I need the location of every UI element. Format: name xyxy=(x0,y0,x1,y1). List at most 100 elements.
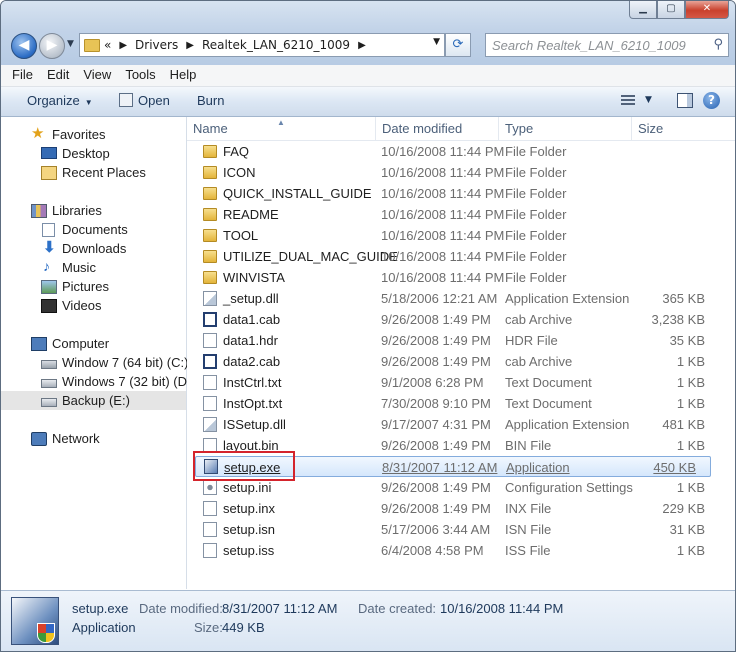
back-button[interactable]: ◀ xyxy=(11,33,37,59)
file-row[interactable]: QUICK_INSTALL_GUIDE 10/16/2008 11:44 PM Fi… xyxy=(187,183,735,204)
file-row[interactable]: setup.isn 5/17/2006 3:44 AM ISN File 31 KB xyxy=(187,519,735,540)
menu-help[interactable]: Help xyxy=(163,65,204,86)
maximize-button[interactable]: ▢ xyxy=(657,1,685,19)
menu-view[interactable]: View xyxy=(76,65,118,86)
doc-icon xyxy=(203,396,217,411)
column-size[interactable]: Size xyxy=(632,117,716,140)
file-date-modified: 6/4/2008 4:58 PM xyxy=(381,543,484,558)
nav-drive-e-label: Backup (E:) xyxy=(62,393,130,408)
column-type[interactable]: Type xyxy=(499,117,632,140)
file-date-modified: 10/16/2008 11:44 PM xyxy=(381,228,505,243)
details-size-label: Size: xyxy=(194,620,223,635)
file-type: File Folder xyxy=(505,144,567,159)
chevron-right-icon[interactable]: ▶ xyxy=(186,40,194,51)
search-input[interactable]: Search Realtek_LAN_6210_1009 ⚲ xyxy=(485,33,729,57)
nav-libraries[interactable]: Libraries xyxy=(1,201,186,220)
menu-tools[interactable]: Tools xyxy=(118,65,162,86)
search-placeholder: Search Realtek_LAN_6210_1009 xyxy=(492,38,686,53)
file-row[interactable]: ISSetup.dll 9/17/2007 4:31 PM Application … xyxy=(187,414,735,435)
file-size: 481 KB xyxy=(662,417,705,432)
nav-recent-places[interactable]: Recent Places xyxy=(1,163,186,182)
file-name: _setup.dll xyxy=(223,291,279,306)
close-button[interactable]: ✕ xyxy=(685,1,729,19)
file-row[interactable]: UTILIZE_DUAL_MAC_GUIDE 10/16/2008 11:44 P… xyxy=(187,246,735,267)
nav-drive-d[interactable]: Windows 7 (32 bit) (D:) xyxy=(1,372,195,391)
file-row[interactable]: ICON 10/16/2008 11:44 PM File Folder xyxy=(187,162,735,183)
chevron-right-icon[interactable]: ▶ xyxy=(358,40,366,51)
file-row[interactable]: data1.cab 9/26/2008 1:49 PM cab Archive 3,2… xyxy=(187,309,735,330)
nav-drive-c-label: Window 7 (64 bit) (C:) xyxy=(62,355,189,370)
file-row[interactable]: setup.iss 6/4/2008 4:58 PM ISS File 1 KB xyxy=(187,540,735,561)
details-filetype: Application xyxy=(72,620,136,635)
file-name: README xyxy=(223,207,279,222)
help-icon[interactable]: ? xyxy=(703,92,720,109)
file-row[interactable]: FAQ 10/16/2008 11:44 PM File Folder xyxy=(187,141,735,162)
column-name-label: Name xyxy=(193,121,228,136)
open-button[interactable]: Open xyxy=(119,93,170,108)
file-name: TOOL xyxy=(223,228,259,243)
nav-music[interactable]: ♪ Music xyxy=(1,258,186,277)
computer-icon xyxy=(31,337,47,351)
menu-edit[interactable]: Edit xyxy=(40,65,76,86)
menu-file[interactable]: File xyxy=(1,65,40,86)
details-pane: setup.exe Application Date modified: 8/3… xyxy=(1,590,735,651)
nav-computer[interactable]: Computer xyxy=(1,334,186,353)
file-row[interactable]: README 10/16/2008 11:44 PM File Folder xyxy=(187,204,735,225)
nav-desktop[interactable]: Desktop xyxy=(1,144,186,163)
nav-documents[interactable]: Documents xyxy=(1,220,186,239)
ini-icon xyxy=(203,480,217,495)
minimize-button[interactable]: ▁ xyxy=(629,1,657,19)
file-row[interactable]: TOOL 10/16/2008 11:44 PM File Folder xyxy=(187,225,735,246)
file-row[interactable]: setup.inx 9/26/2008 1:49 PM INX File 229 KB xyxy=(187,498,735,519)
file-type: File Folder xyxy=(505,207,567,222)
preview-pane-icon[interactable] xyxy=(677,93,693,108)
forward-button[interactable]: ▶ xyxy=(39,33,65,59)
explorer-window: ▁ ▢ ✕ ◀ ▶ ▼ « ▶ Drivers ▶ Realtek_LAN_62… xyxy=(0,0,736,652)
file-date-modified: 9/17/2007 4:31 PM xyxy=(381,417,491,432)
file-date-modified: 10/16/2008 11:44 PM xyxy=(381,270,505,285)
nav-desktop-label: Desktop xyxy=(62,146,110,161)
file-name: WINVISTA xyxy=(223,270,285,285)
file-row[interactable]: WINVISTA 10/16/2008 11:44 PM File Folder xyxy=(187,267,735,288)
doc-icon xyxy=(203,375,217,390)
organize-button[interactable]: Organize ▼ xyxy=(27,93,93,108)
file-size: 3,238 KB xyxy=(651,312,706,327)
file-type: Text Document xyxy=(505,375,592,390)
nav-pictures[interactable]: Pictures xyxy=(1,277,186,296)
drive-icon xyxy=(41,379,57,388)
views-dropdown-icon[interactable]: ▼ xyxy=(645,95,652,105)
breadcrumb-drivers[interactable]: Drivers xyxy=(135,38,178,52)
nav-music-label: Music xyxy=(62,260,96,275)
drive-icon xyxy=(41,398,57,407)
nav-videos[interactable]: Videos xyxy=(1,296,186,315)
file-row[interactable]: InstCtrl.txt 9/1/2008 6:28 PM Text Documen… xyxy=(187,372,735,393)
column-name[interactable]: Name ▲ xyxy=(187,117,376,140)
refresh-icon[interactable]: ⟳ xyxy=(445,33,471,57)
breadcrumb-current[interactable]: Realtek_LAN_6210_1009 xyxy=(202,38,350,52)
file-size: 450 KB xyxy=(653,460,696,475)
file-name: UTILIZE_DUAL_MAC_GUIDE xyxy=(223,249,398,264)
file-row[interactable]: InstOpt.txt 7/30/2008 9:10 PM Text Documen… xyxy=(187,393,735,414)
address-bar[interactable]: « ▶ Drivers ▶ Realtek_LAN_6210_1009 ▶ ▼ xyxy=(79,33,445,57)
address-overflow[interactable]: « xyxy=(104,38,111,52)
search-icon[interactable]: ⚲ xyxy=(713,37,723,52)
file-date-modified: 9/26/2008 1:49 PM xyxy=(381,480,491,495)
nav-drive-c[interactable]: Window 7 (64 bit) (C:) xyxy=(1,353,189,372)
address-dropdown-icon[interactable]: ▼ xyxy=(433,37,440,47)
nav-drive-e[interactable]: Backup (E:) xyxy=(1,391,186,410)
file-row[interactable]: data2.cab 9/26/2008 1:49 PM cab Archive 1 K… xyxy=(187,351,735,372)
views-icon[interactable] xyxy=(621,95,635,107)
column-date[interactable]: Date modified xyxy=(376,117,499,140)
file-size: 1 KB xyxy=(676,543,705,558)
nav-network[interactable]: Network xyxy=(1,429,186,448)
burn-button[interactable]: Burn xyxy=(197,93,224,108)
recent-pages-dropdown-icon[interactable]: ▼ xyxy=(67,39,74,49)
sort-ascending-icon: ▲ xyxy=(277,118,285,127)
file-row[interactable]: data1.hdr 9/26/2008 1:49 PM HDR File 35 KB xyxy=(187,330,735,351)
file-row[interactable]: _setup.dll 5/18/2006 12:21 AM Application … xyxy=(187,288,735,309)
chevron-right-icon[interactable]: ▶ xyxy=(119,40,127,51)
file-size: 1 KB xyxy=(676,396,705,411)
nav-favorites[interactable]: ★ Favorites xyxy=(1,125,186,144)
file-date-modified: 9/26/2008 1:49 PM xyxy=(381,312,491,327)
nav-downloads[interactable]: ⬇ Downloads xyxy=(1,239,186,258)
